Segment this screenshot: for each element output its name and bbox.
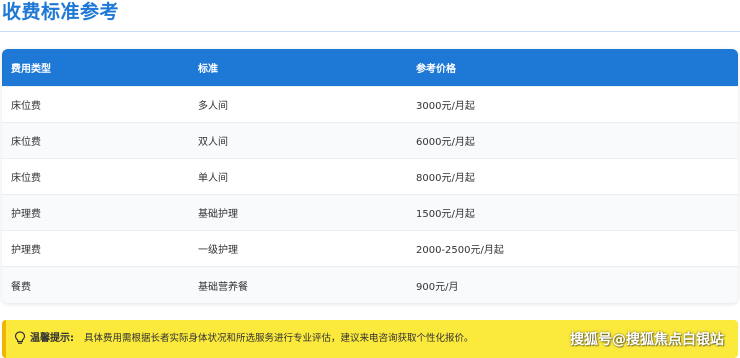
tip-text: 具体费用需根据长者实际身体状况和所选服务进行专业评估，建议来电咨询获取个性化报价… bbox=[84, 333, 474, 344]
cell-standard: 基础护理 bbox=[198, 209, 238, 221]
page: 收费标准参考 费用类型 标准 参考价格 床位费 多人间 3000元/月起 床位费 bbox=[0, 0, 740, 358]
cell-fee-type: 护理费 bbox=[11, 209, 41, 221]
cell-price: 6000元/月起 bbox=[416, 136, 475, 148]
cell-fee-type: 床位费 bbox=[11, 136, 41, 148]
watermark: 搜狐号@搜狐焦点白银站 bbox=[570, 332, 724, 348]
cell-standard: 单人间 bbox=[198, 172, 228, 184]
cell-price: 1500元/月起 bbox=[416, 209, 475, 221]
table-row: 床位费 双人间 6000元/月起 bbox=[2, 122, 738, 159]
table-header-row: 费用类型 标准 参考价格 bbox=[2, 49, 738, 86]
cell-standard: 一级护理 bbox=[198, 245, 238, 257]
cell-price: 3000元/月起 bbox=[416, 100, 475, 112]
tip-box: 温馨提示: 具体费用需根据长者实际身体状况和所选服务进行专业评估，建议来电咨询获… bbox=[2, 320, 738, 358]
cell-fee-type: 床位费 bbox=[11, 172, 41, 184]
cell-standard: 多人间 bbox=[198, 100, 228, 112]
tip-label: 温馨提示: bbox=[30, 333, 74, 344]
fee-table: 费用类型 标准 参考价格 床位费 多人间 3000元/月起 床位费 双人间 60… bbox=[2, 49, 738, 303]
table-row: 护理费 基础护理 1500元/月起 bbox=[2, 194, 738, 231]
table-header: 费用类型 标准 参考价格 bbox=[2, 49, 738, 86]
table-row: 餐费 基础营养餐 900元/月 bbox=[2, 266, 738, 303]
title-divider bbox=[0, 31, 740, 32]
header-price: 参考价格 bbox=[416, 63, 456, 75]
table-body: 床位费 多人间 3000元/月起 床位费 双人间 6000元/月起 床位费 单人… bbox=[2, 86, 738, 303]
table-row: 床位费 多人间 3000元/月起 bbox=[2, 86, 738, 122]
cell-fee-type: 护理费 bbox=[11, 245, 41, 257]
cell-standard: 基础营养餐 bbox=[198, 281, 248, 293]
cell-standard: 双人间 bbox=[198, 136, 228, 148]
section-title: 收费标准参考 bbox=[2, 1, 120, 23]
cell-price: 2000-2500元/月起 bbox=[416, 245, 504, 257]
table-row: 护理费 一级护理 2000-2500元/月起 bbox=[2, 230, 738, 267]
cell-price: 8000元/月起 bbox=[416, 172, 475, 184]
lightbulb-icon bbox=[14, 331, 26, 344]
table-row: 床位费 单人间 8000元/月起 bbox=[2, 158, 738, 194]
cell-fee-type: 床位费 bbox=[11, 100, 41, 112]
fee-table-card: 费用类型 标准 参考价格 床位费 多人间 3000元/月起 床位费 双人间 60… bbox=[2, 49, 738, 303]
cell-fee-type: 餐费 bbox=[11, 281, 31, 293]
header-standard: 标准 bbox=[198, 63, 218, 75]
cell-price: 900元/月 bbox=[416, 281, 459, 293]
header-fee-type: 费用类型 bbox=[11, 63, 51, 75]
